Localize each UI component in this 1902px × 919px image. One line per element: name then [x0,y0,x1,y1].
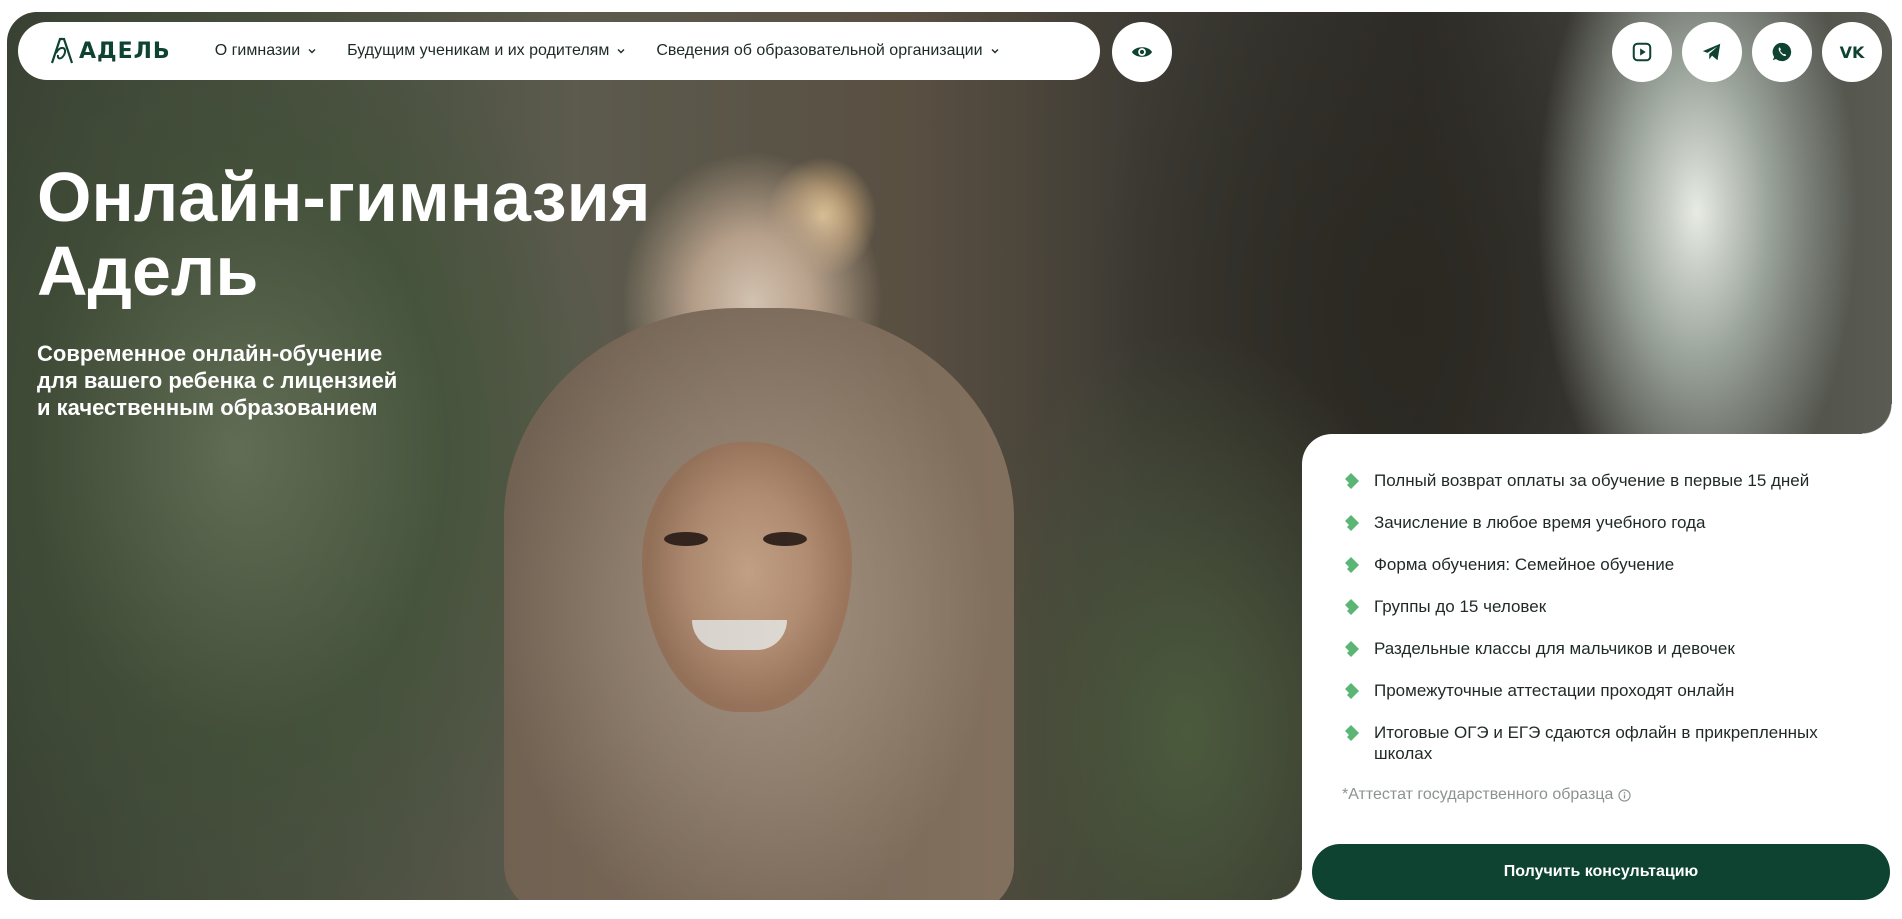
page-subtitle-line: Современное онлайн-обучение [37,341,383,366]
feature-text: Промежуточные аттестации проходят онлайн [1374,681,1735,700]
feature-list: Полный возврат оплаты за обучение в перв… [1342,470,1862,785]
nav-item-about[interactable]: О гимназии [215,42,317,60]
feature-text: Форма обучения: Семейное обучение [1374,555,1675,574]
check-leaf-icon [1345,725,1359,741]
check-leaf-icon [1345,641,1359,657]
vk-icon: VK [1839,42,1865,62]
feature-item: Форма обучения: Семейное обучение [1342,554,1862,575]
check-leaf-icon [1345,515,1359,531]
feature-text: Зачисление в любое время учебного года [1374,513,1706,532]
main-nav: АДЕЛЬ О гимназии Будущим ученикам и их р… [18,22,1100,80]
feature-item: Группы до 15 человек [1342,596,1862,617]
certificate-note-text: *Аттестат государственного образца [1342,786,1614,803]
check-leaf-icon [1345,683,1359,699]
page-subtitle-line: и качественным образованием [37,395,378,420]
certificate-note: *Аттестат государственного образца [1342,786,1632,804]
page-title-line: Онлайн-гимназия [37,158,651,236]
feature-text: Итоговые ОГЭ и ЕГЭ сдаются офлайн в прик… [1374,723,1818,763]
eye-icon [1131,47,1153,57]
feature-text: Полный возврат оплаты за обучение в перв… [1374,471,1810,490]
accessibility-button[interactable] [1112,22,1172,82]
check-leaf-icon [1345,473,1359,489]
telegram-icon [1702,43,1721,61]
info-icon[interactable] [1618,788,1632,802]
chevron-down-icon [617,49,625,54]
card-corner [1862,404,1892,434]
page-title-line: Адель [37,232,259,310]
feature-text: Группы до 15 человек [1374,597,1547,616]
logo-link[interactable]: АДЕЛЬ [48,35,171,67]
nav-item-label: Сведения об образовательной организации [656,42,983,59]
nav-item-label: О гимназии [214,42,301,59]
vk-link[interactable]: VK [1822,22,1882,82]
logo-icon [50,37,74,64]
feature-text: Раздельные классы для мальчиков и девоче… [1374,639,1735,658]
whatsapp-icon [1772,42,1792,62]
chevron-down-icon [308,49,316,54]
check-leaf-icon [1345,599,1359,615]
telegram-link[interactable] [1682,22,1742,82]
feature-item: Полный возврат оплаты за обучение в перв… [1342,470,1862,491]
page-title: Онлайн-гимназия Адель [37,160,757,308]
get-consultation-button[interactable]: Получить консультацию [1312,844,1890,900]
info-card: Полный возврат оплаты за обучение в перв… [1302,434,1892,919]
feature-item: Зачисление в любое время учебного года [1342,512,1862,533]
nav-item-label: Будущим ученикам и их родителям [347,42,610,59]
feature-item: Промежуточные аттестации проходят онлайн [1342,680,1862,701]
page-subtitle-line: для вашего ребенка с лицензией [37,368,398,393]
video-link[interactable] [1612,22,1672,82]
check-leaf-icon [1345,557,1359,573]
nav-item-org-info[interactable]: Сведения об образовательной организации [656,42,999,60]
feature-item: Раздельные классы для мальчиков и девоче… [1342,638,1862,659]
page-subtitle: Современное онлайн-обучение для вашего р… [37,340,477,421]
whatsapp-link[interactable] [1752,22,1812,82]
nav-item-future-students[interactable]: Будущим ученикам и их родителям [347,42,626,60]
feature-item: Итоговые ОГЭ и ЕГЭ сдаются офлайн в прик… [1342,722,1862,764]
card-corner [1272,870,1302,900]
logo-text: АДЕЛЬ [79,38,171,64]
video-icon [1632,42,1652,62]
chevron-down-icon [991,49,999,54]
